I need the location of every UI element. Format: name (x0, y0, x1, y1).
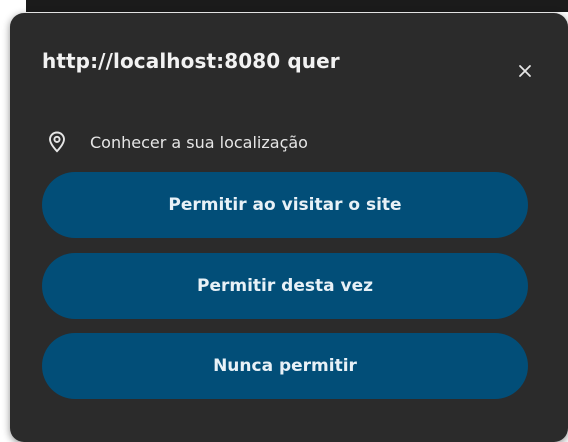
popup-title: http://localhost:8080 quer (42, 49, 340, 73)
browser-toolbar-edge (26, 0, 568, 12)
never-allow-button[interactable]: Nunca permitir (42, 333, 528, 399)
permission-popup: http://localhost:8080 quer Conhecer a su… (10, 13, 568, 442)
close-button[interactable] (512, 58, 538, 84)
close-icon (519, 65, 531, 77)
location-pin-icon (46, 129, 68, 155)
permission-description: Conhecer a sua localização (90, 132, 308, 152)
permission-row: Conhecer a sua localização (46, 127, 308, 157)
browser-top-strip (0, 0, 568, 12)
popup-header: http://localhost:8080 quer (42, 46, 340, 76)
allow-this-time-button[interactable]: Permitir desta vez (42, 253, 528, 319)
allow-while-visiting-button[interactable]: Permitir ao visitar o site (42, 172, 528, 238)
